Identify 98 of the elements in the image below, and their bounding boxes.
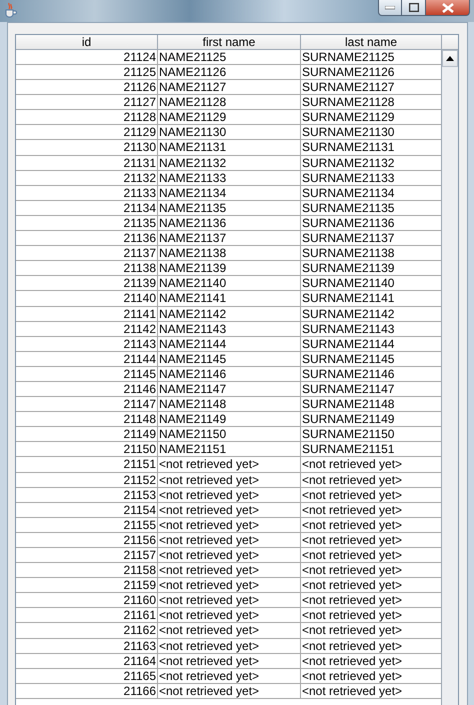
table-cell: 21150 [16, 442, 158, 456]
table-cell: 21161 [16, 608, 158, 622]
table-cell: <not retrieved yet> [158, 668, 301, 683]
table-cell: 21133 [16, 186, 158, 200]
table-cell: <not retrieved yet> [158, 578, 301, 592]
table-cell: 21141 [16, 306, 158, 321]
table-cell: <not retrieved yet> [158, 457, 301, 472]
table-cell: 21160 [16, 593, 158, 608]
column-header[interactable]: first name [158, 35, 301, 49]
table-cell: 21166 [16, 684, 158, 698]
table-cell: 21140 [16, 291, 158, 306]
table-cell: <not retrieved yet> [158, 472, 301, 487]
table-cell: NAME21141 [158, 291, 301, 306]
table-cell: <not retrieved yet> [158, 563, 301, 578]
table-cell: 21132 [16, 170, 158, 185]
close-button[interactable] [426, 0, 470, 16]
column-header[interactable]: id [16, 35, 158, 49]
table-cell: NAME21125 [158, 50, 301, 64]
table-cell: NAME21137 [158, 231, 301, 246]
table-cell: 21146 [16, 382, 158, 396]
table-cell: 21149 [16, 427, 158, 442]
table-cell: NAME21144 [158, 336, 301, 351]
table-cell: 21162 [16, 623, 158, 638]
table-cell: NAME21147 [158, 382, 301, 396]
table-cell: 21139 [16, 276, 158, 290]
table-cell: <not retrieved yet> [158, 638, 301, 653]
table-cell: <not retrieved yet> [158, 654, 301, 668]
table-cell: NAME21151 [158, 442, 301, 456]
scrollbar[interactable] [441, 35, 458, 705]
maximize-button[interactable] [402, 0, 426, 16]
table-cell: <not retrieved yet> [158, 593, 301, 608]
table-cell: NAME21131 [158, 140, 301, 155]
table-cell: 21159 [16, 578, 158, 592]
table-cell: NAME21150 [158, 427, 301, 442]
table-cell: 21153 [16, 488, 158, 502]
table-cell: NAME21136 [158, 216, 301, 230]
table-cell: <not retrieved yet> [158, 608, 301, 622]
table-cell: 21138 [16, 261, 158, 276]
table-cell: 21143 [16, 336, 158, 351]
table-cell: 21163 [16, 638, 158, 653]
table-cell: NAME21146 [158, 366, 301, 381]
close-icon [442, 2, 454, 12]
table-cell: 21156 [16, 532, 158, 547]
table-cell: 21135 [16, 216, 158, 230]
table-cell: 21131 [16, 156, 158, 170]
maximize-icon [408, 3, 418, 12]
table-cell: <not retrieved yet> [158, 623, 301, 638]
table-cell: <not retrieved yet> [158, 502, 301, 517]
table-cell: NAME21138 [158, 246, 301, 260]
table-cell: NAME21129 [158, 110, 301, 124]
table-cell: NAME21140 [158, 276, 301, 290]
table-cell: 21155 [16, 518, 158, 532]
table-cell: NAME21130 [158, 125, 301, 140]
table-cell: 21145 [16, 366, 158, 381]
table-cell: NAME21127 [158, 80, 301, 94]
table-cell: NAME21142 [158, 306, 301, 321]
table-cell: 21152 [16, 472, 158, 487]
table-cell: 21124 [16, 50, 158, 64]
table-cell: NAME21133 [158, 170, 301, 185]
table-cell: <not retrieved yet> [158, 548, 301, 562]
table-cell: 21165 [16, 668, 158, 683]
table-cell: 21147 [16, 397, 158, 412]
table-cell: NAME21148 [158, 397, 301, 412]
table-cell: NAME21143 [158, 322, 301, 336]
table-cell: <not retrieved yet> [158, 532, 301, 547]
table-cell: 21158 [16, 563, 158, 578]
table-cell: 21136 [16, 231, 158, 246]
table-cell: 21128 [16, 110, 158, 124]
table-cell: 21134 [16, 200, 158, 215]
table-cell: 21127 [16, 95, 158, 110]
table-cell: 21154 [16, 502, 158, 517]
table-cell: 21137 [16, 246, 158, 260]
table-cell: 21157 [16, 548, 158, 562]
table-cell: <not retrieved yet> [158, 684, 301, 698]
table-cell: 21164 [16, 654, 158, 668]
table-cell: NAME21132 [158, 156, 301, 170]
table-cell: NAME21149 [158, 412, 301, 426]
table-cell: 21148 [16, 412, 158, 426]
table-cell: 21129 [16, 125, 158, 140]
table-cell: NAME21145 [158, 352, 301, 366]
table-cell: NAME21135 [158, 200, 301, 215]
table-cell: NAME21139 [158, 261, 301, 276]
up-arrow-icon [446, 56, 454, 61]
table-cell: 21125 [16, 65, 158, 80]
table-cell: <not retrieved yet> [158, 488, 301, 502]
table-cell: NAME21134 [158, 186, 301, 200]
minimize-icon [385, 6, 395, 10]
scroll-up-button[interactable] [442, 50, 458, 67]
table-cell: 21142 [16, 322, 158, 336]
table-cell: 21144 [16, 352, 158, 366]
cup-icon [3, 2, 17, 18]
table-cell: 21151 [16, 457, 158, 472]
table-cell: 21130 [16, 140, 158, 155]
table-cell: NAME21128 [158, 95, 301, 110]
minimize-button[interactable] [378, 0, 402, 16]
table-cell: <not retrieved yet> [158, 518, 301, 532]
table-cell: 21126 [16, 80, 158, 94]
table-cell: NAME21126 [158, 65, 301, 80]
